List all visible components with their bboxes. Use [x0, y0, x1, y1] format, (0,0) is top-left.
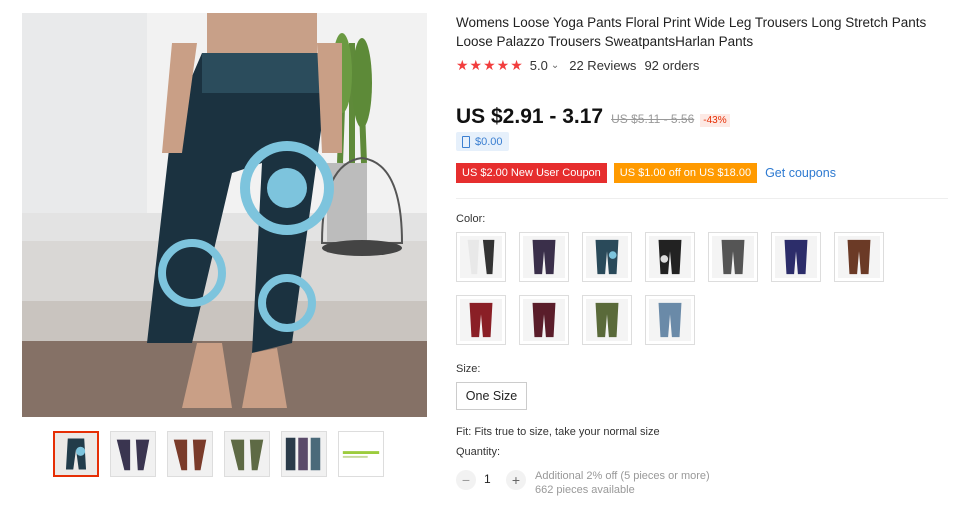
rating-value[interactable]: 5.0 — [530, 58, 548, 73]
quantity-label: Quantity: — [456, 446, 501, 458]
stock-available-text: 662 pieces available — [535, 484, 635, 496]
main-product-image[interactable] — [22, 13, 427, 417]
color-label: Color: — [456, 213, 486, 225]
app-price-badge[interactable]: $0.00 — [456, 132, 509, 151]
original-price: US $5.11 - 5.56 — [611, 112, 695, 126]
fit-note: Fit: Fits true to size, take your normal… — [456, 426, 660, 438]
color-swatch-blue-mandala[interactable] — [582, 232, 632, 282]
orders-count: 92 orders — [644, 58, 700, 73]
quantity-info: Additional 2% off (5 pieces or more) 662… — [535, 469, 710, 497]
quantity-value[interactable]: 1 — [484, 472, 491, 486]
color-swatch-olive-green[interactable] — [582, 295, 632, 345]
thumbnail[interactable] — [110, 431, 156, 477]
color-swatch-light-blue[interactable] — [645, 295, 695, 345]
store-coupon[interactable]: US $1.00 off on US $18.00 — [613, 163, 758, 183]
rating-row: ★★★★★ 5.0 ⌄ 22 Reviews 92 orders — [456, 57, 699, 74]
color-swatch-black-white[interactable] — [645, 232, 695, 282]
phone-icon — [462, 135, 470, 148]
size-option-button[interactable]: One Size — [456, 382, 527, 410]
color-swatch-grey-pattern[interactable] — [708, 232, 758, 282]
thumbnail-strip — [53, 431, 384, 477]
color-swatch-navy-purple[interactable] — [771, 232, 821, 282]
thumbnail[interactable] — [281, 431, 327, 477]
get-coupons-link[interactable]: Get coupons — [765, 166, 836, 180]
price-row: US $2.91 - 3.17 US $5.11 - 5.56 -43% — [456, 105, 730, 129]
product-title: Womens Loose Yoga Pants Floral Print Wid… — [456, 15, 927, 49]
thumbnail[interactable] — [53, 431, 99, 477]
bulk-discount-text: Additional 2% off (5 pieces or more) — [535, 470, 710, 482]
coupon-row: US $2.00 New User Coupon US $1.00 off on… — [456, 163, 836, 183]
size-label: Size: — [456, 363, 481, 375]
star-rating-icon: ★★★★★ — [456, 57, 524, 73]
divider — [456, 198, 948, 199]
thumbnail[interactable] — [224, 431, 270, 477]
color-swatch-maroon[interactable] — [519, 295, 569, 345]
quantity-increase-button[interactable]: + — [506, 470, 526, 490]
reviews-link[interactable]: 22 Reviews — [569, 58, 636, 73]
color-swatch-purple-floral[interactable] — [519, 232, 569, 282]
color-swatch-brown-floral[interactable] — [834, 232, 884, 282]
quantity-decrease-button[interactable]: − — [456, 470, 476, 490]
discount-badge: -43% — [700, 114, 730, 127]
app-price-value: $0.00 — [475, 135, 503, 148]
current-price: US $2.91 - 3.17 — [456, 105, 604, 128]
thumbnail[interactable] — [167, 431, 213, 477]
new-user-coupon[interactable]: US $2.00 New User Coupon — [456, 163, 607, 183]
color-swatch-red-wine[interactable] — [456, 295, 506, 345]
thumbnail[interactable] — [338, 431, 384, 477]
chevron-down-icon[interactable]: ⌄ — [551, 60, 559, 71]
color-swatch-white-black[interactable] — [456, 232, 506, 282]
